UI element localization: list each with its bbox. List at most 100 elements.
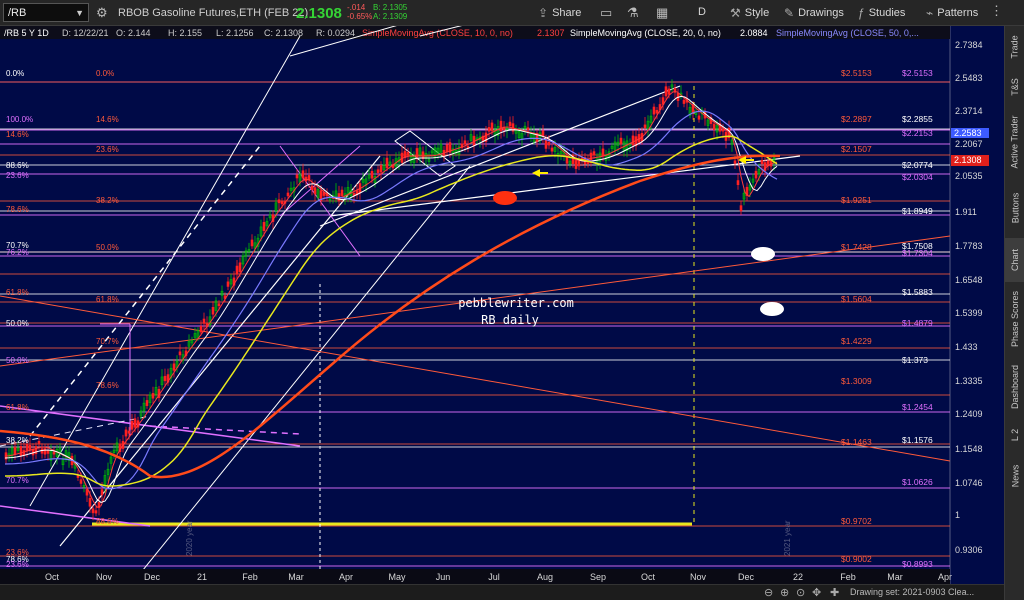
fib-inner-label: 38.2% [96, 196, 119, 205]
crosshair-icon[interactable]: ✚ [830, 586, 839, 599]
display-icon[interactable]: ▭ [600, 5, 612, 21]
candle-body [760, 160, 764, 165]
candle-body [25, 443, 29, 451]
more-icon[interactable]: ⋮ [990, 3, 1003, 19]
fib-right-red-label: $0.9002 [841, 554, 872, 564]
candle-body [235, 265, 239, 275]
price-tick-label: 2.7384 [955, 40, 983, 50]
fib-right-white-label: $1.5883 [902, 287, 933, 297]
candle-body [52, 451, 56, 455]
sma50-price-badge-text: 2.2583 [954, 128, 982, 138]
candle-body [385, 157, 389, 169]
tab-phase-scores[interactable]: Phase Scores [1005, 284, 1024, 354]
candle-body [664, 86, 668, 97]
symbol-text: /RB [8, 6, 27, 19]
time-tick-label: Nov [96, 572, 113, 582]
candle-body [682, 99, 686, 104]
fib-right-white-label: $1.8949 [902, 206, 933, 216]
zoom-in-icon[interactable]: ⊕ [780, 586, 789, 599]
share-button[interactable]: ⇪ Share [538, 6, 581, 20]
candle-body [199, 326, 203, 333]
cursor-icon[interactable]: ✥ [812, 586, 821, 599]
style-button[interactable]: ⚒ Style [730, 6, 769, 20]
time-tick-label: Apr [339, 572, 353, 582]
patterns-button[interactable]: ⌁ Patterns [926, 6, 978, 20]
tab-active-trader-label: Active Trader [1010, 115, 1020, 169]
fib-right-red-label: $2.2897 [841, 114, 872, 124]
tab-dashboard[interactable]: Dashboard [1005, 356, 1024, 418]
tab-active-trader[interactable]: Active Trader [1005, 106, 1024, 178]
fib-right-white-label: $2.2855 [902, 114, 933, 124]
fib-right-red-label: $1.7428 [841, 242, 872, 252]
white-oval-marker-1 [751, 247, 775, 261]
drawing-set-label[interactable]: Drawing set: 2021-0903 Clea... [850, 587, 974, 597]
candle-body [310, 185, 314, 190]
candle-body [250, 239, 254, 247]
fib-right-red-label: $1.5604 [841, 294, 872, 304]
tab-trade[interactable]: Trade [1005, 26, 1024, 68]
candle-body [178, 351, 182, 356]
studies-button[interactable]: ƒ Studies [858, 6, 905, 20]
fib-right-purple-label: $2.2153 [902, 128, 933, 138]
time-tick-label: Feb [840, 572, 856, 582]
fib-left-label: 23.6% [6, 171, 29, 180]
fib-right-purple-label: $1.0626 [902, 477, 933, 487]
chart-canvas[interactable]: /RB 5 Y 1D D: 12/22/21 O: 2.144 H: 2.155… [0, 26, 1004, 584]
period-selector[interactable]: D [698, 6, 706, 18]
candle-body [643, 124, 647, 129]
tab-news[interactable]: News [1005, 456, 1024, 496]
right-sidebar-tabs: Trade T&S Active Trader Buttons Chart Ph… [1004, 26, 1024, 600]
candle-body [46, 450, 50, 454]
red-oval-marker [493, 191, 517, 205]
fib-right-white-label: $1.7508 [902, 241, 933, 251]
fib-right-purple-label: $0.8993 [902, 559, 933, 569]
candle-body [301, 170, 305, 179]
candle-body [127, 430, 131, 434]
candle-body [526, 127, 530, 131]
symbol-input[interactable]: /RB ▼ [3, 3, 89, 22]
tab-buttons[interactable]: Buttons [1005, 180, 1024, 236]
ohlc-high: H: 2.155 [168, 28, 202, 38]
fib-left-label: 50.0% [6, 319, 29, 328]
fib-right-red-label: $1.3009 [841, 376, 872, 386]
calendar-icon[interactable]: ▦ [656, 5, 668, 21]
candle-body [445, 144, 449, 153]
candle-body [736, 180, 740, 186]
fib-right-red-label: $2.1507 [841, 144, 872, 154]
candle-body [163, 375, 167, 382]
price-tick-label: 1.2409 [955, 409, 983, 419]
bid-ask: B: 2.1305 A: 2.1309 [373, 3, 407, 21]
tab-level2[interactable]: L 2 [1005, 420, 1024, 450]
fib-right-purple-label: $2.5153 [902, 68, 933, 78]
tab-chart[interactable]: Chart [1005, 238, 1024, 282]
time-tick-label: Oct [641, 572, 656, 582]
zoom-out-icon[interactable]: ⊖ [764, 586, 773, 599]
candle-body [490, 122, 494, 132]
ohlc-close: C: 2.1308 [264, 28, 303, 38]
tab-buttons-label: Buttons [1010, 192, 1020, 224]
price-tick-label: 2.5483 [955, 73, 983, 83]
fib-right-purple-label: $2.0304 [902, 172, 933, 182]
tab-level2-label: L 2 [1010, 428, 1020, 442]
candle-body [130, 421, 134, 430]
ohlc-date: D: 12/22/21 [62, 28, 109, 38]
gear-icon[interactable]: ⚙ [96, 5, 108, 21]
tab-dashboard-label: Dashboard [1010, 364, 1020, 410]
patterns-icon: ⌁ [926, 6, 934, 20]
fit-icon[interactable]: ⊙ [796, 586, 805, 599]
fib-left-label: 0.0% [6, 69, 24, 78]
candle-body [286, 192, 290, 197]
chevron-down-icon[interactable]: ▼ [75, 8, 84, 18]
flask-icon[interactable]: ⚗ [627, 5, 639, 21]
year-label-2020: 2020 year [185, 520, 194, 556]
price-tick-label: 1 [955, 510, 960, 520]
tab-news-label: News [1010, 464, 1021, 488]
candle-body [370, 171, 374, 179]
price-chart[interactable]: /RB 5 Y 1D D: 12/22/21 O: 2.144 H: 2.155… [0, 26, 1004, 600]
candle-body [577, 159, 581, 167]
drawings-button[interactable]: ✎ Drawings [784, 6, 844, 20]
candle-body [376, 169, 380, 173]
time-tick-label: May [388, 572, 406, 582]
tab-time-and-sales[interactable]: T&S [1005, 70, 1024, 104]
fib-left-label: 50.0% [6, 356, 29, 365]
